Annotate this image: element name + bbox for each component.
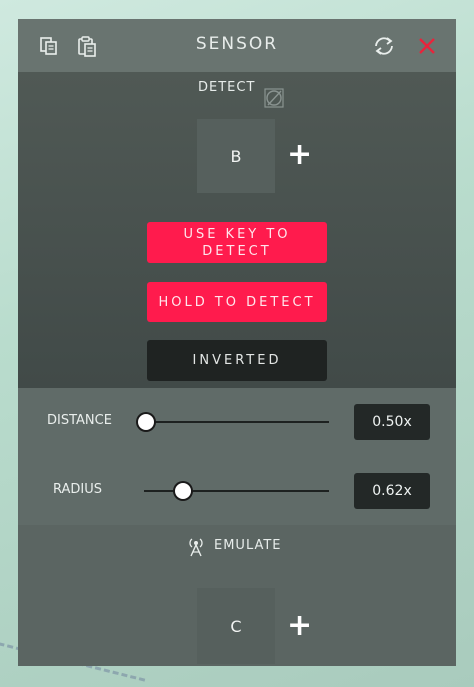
emulate-key-slot[interactable]: C <box>197 588 275 664</box>
hold-to-detect-label: HOLD TO DETECT <box>158 294 316 310</box>
distance-value: 0.50x <box>372 414 412 430</box>
inverted-button[interactable]: INVERTED <box>147 340 327 381</box>
add-detect-key-button[interactable]: + <box>287 140 312 170</box>
antenna-icon <box>187 537 205 561</box>
detect-label: DETECT <box>198 80 256 95</box>
sensor-panel: SENSOR DETECT B + USE KEY TO DETECT HOLD… <box>18 19 456 666</box>
detect-section: DETECT B + USE KEY TO DETECT HOLD TO DET… <box>18 72 456 388</box>
emulate-label: EMULATE <box>214 538 282 553</box>
detect-key-slot[interactable]: B <box>197 119 275 193</box>
inverted-label: INVERTED <box>192 353 282 368</box>
emulate-section: EMULATE C + <box>18 525 456 666</box>
detect-key-label: B <box>230 146 242 166</box>
hold-to-detect-button[interactable]: HOLD TO DETECT <box>147 282 327 322</box>
slider-section: DISTANCE 0.50x RADIUS 0.62x <box>18 388 456 525</box>
distance-value-box[interactable]: 0.50x <box>354 404 430 440</box>
refresh-icon[interactable] <box>372 34 396 58</box>
radius-slider-knob[interactable] <box>175 483 191 499</box>
detect-disabled-icon[interactable] <box>264 88 284 112</box>
close-icon[interactable] <box>415 34 439 58</box>
panel-header: SENSOR <box>18 19 456 72</box>
distance-label: DISTANCE <box>47 413 112 428</box>
distance-slider-track[interactable] <box>144 421 329 423</box>
use-key-to-detect-button[interactable]: USE KEY TO DETECT <box>147 222 327 263</box>
add-emulate-key-button[interactable]: + <box>287 611 312 641</box>
use-key-to-detect-label: USE KEY TO DETECT <box>183 226 291 259</box>
emulate-key-label: C <box>230 616 242 636</box>
radius-slider-track[interactable] <box>144 490 329 492</box>
radius-value-box[interactable]: 0.62x <box>354 473 430 509</box>
distance-slider-knob[interactable] <box>138 414 154 430</box>
radius-value: 0.62x <box>372 483 412 499</box>
radius-label: RADIUS <box>53 482 103 497</box>
